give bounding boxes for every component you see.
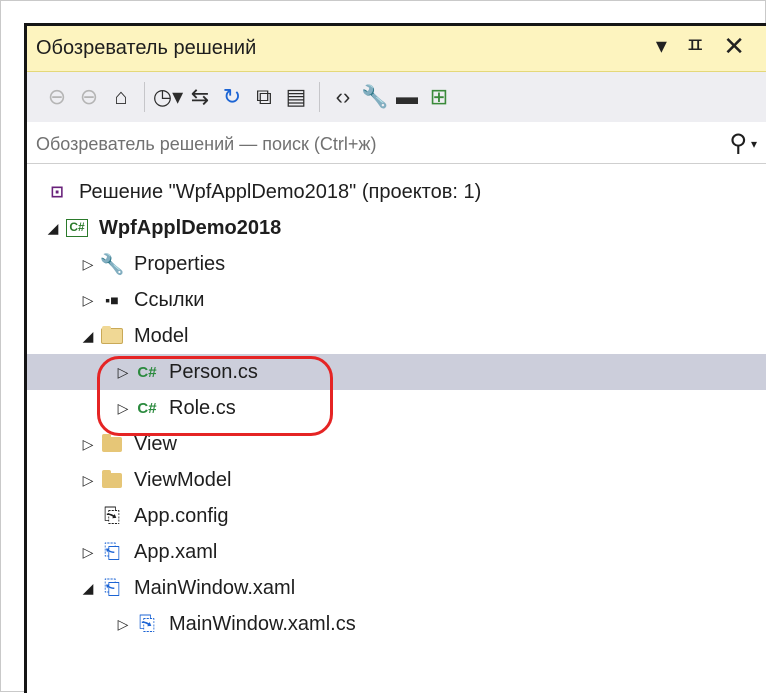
show-all-files-icon[interactable]: ▤ — [280, 80, 312, 114]
search-box[interactable]: Обозреватель решений — поиск (Ctrl+ж) ⚲ ▾ — [27, 125, 766, 164]
tree-item-label: Properties — [134, 252, 226, 275]
csharp-file-icon: C# — [137, 399, 157, 417]
solution-icon: ⊡ — [50, 184, 64, 201]
tree-item-references[interactable]: ▷ ▪■ Ссылки — [27, 282, 766, 318]
folder-icon — [98, 468, 126, 492]
tree-item-project[interactable]: ◢ C# WpfApplDemo2018 — [27, 210, 766, 246]
collapsed-arrow-icon[interactable]: ▷ — [113, 364, 133, 381]
chevron-down-icon: ▾ — [750, 136, 757, 151]
search-input[interactable]: Обозреватель решений — поиск (Ctrl+ж) — [36, 134, 376, 155]
titlebar-buttons: ▾ ㅍ ✕ — [656, 33, 745, 59]
toolbar-separator — [319, 82, 320, 112]
window-position-dropdown-icon[interactable]: ▾ — [656, 34, 667, 58]
expanded-arrow-icon[interactable]: ◢ — [43, 220, 63, 237]
search-icon: ⚲ — [729, 130, 747, 157]
forward-icon[interactable]: ⊖ — [73, 80, 105, 114]
csharp-project-icon: C# — [63, 216, 91, 240]
tree-item-label: Решение "WpfApplDemo2018" (проектов: 1) — [79, 180, 482, 203]
tree-item-label: Role.cs — [169, 396, 236, 419]
home-icon[interactable]: ⌂ — [105, 80, 137, 114]
collapsed-arrow-icon[interactable]: ▷ — [78, 544, 98, 561]
toolbar-separator — [144, 82, 145, 112]
xaml-file-icon: ⎗ — [104, 576, 120, 599]
tree-item-model-folder[interactable]: ◢ Model — [27, 318, 766, 354]
tree-item-label: Ссылки — [134, 288, 205, 311]
collapsed-arrow-icon[interactable]: ▷ — [78, 256, 98, 273]
expanded-arrow-icon[interactable]: ◢ — [78, 580, 98, 597]
tree-item-role[interactable]: ▷ C# Role.cs — [27, 390, 766, 426]
sync-icon[interactable]: ⇆ — [184, 80, 216, 114]
tree-item-app-config[interactable]: ⎘ App.config — [27, 498, 766, 534]
code-file-icon: ⎘ — [139, 612, 155, 635]
pin-icon[interactable]: ㅍ — [685, 34, 705, 58]
search-button[interactable]: ⚲ ▾ — [729, 129, 757, 158]
collapse-all-icon[interactable]: ⧉ — [248, 80, 280, 114]
tree-item-label: MainWindow.xaml.cs — [169, 612, 356, 635]
tree-item-label: App.config — [134, 504, 229, 527]
collapsed-arrow-icon[interactable]: ▷ — [113, 616, 133, 633]
toolbar: ⊖ ⊖ ⌂ ◷▾ ⇆ ↻ ⧉ ▤ ‹› 🔧 ▬ ⊞ — [27, 72, 766, 122]
config-file-icon: ⎘ — [104, 504, 120, 527]
preview-icon[interactable]: ▬ — [391, 80, 423, 114]
panel-titlebar: Обозреватель решений ▾ ㅍ ✕ — [27, 26, 766, 72]
tree-item-label: Person.cs — [169, 360, 258, 383]
xaml-file-icon: ⎗ — [104, 540, 120, 563]
tree-item-label: ViewModel — [134, 468, 232, 491]
tree-item-person[interactable]: ▷ C# Person.cs — [27, 354, 766, 390]
tree-item-view-folder[interactable]: ▷ View — [27, 426, 766, 462]
solution-explorer-panel: Обозреватель решений ▾ ㅍ ✕ ⊖ ⊖ ⌂ ◷▾ ⇆ ↻ … — [24, 23, 766, 693]
tree-item-label: View — [134, 432, 177, 455]
collapsed-arrow-icon[interactable]: ▷ — [78, 292, 98, 309]
back-icon[interactable]: ⊖ — [41, 80, 73, 114]
collapsed-arrow-icon[interactable]: ▷ — [78, 472, 98, 489]
references-icon: ▪■ — [105, 292, 119, 308]
wrench-icon: 🔧 — [99, 253, 125, 276]
folder-icon — [98, 432, 126, 456]
tree-item-label: WpfApplDemo2018 — [99, 216, 282, 239]
close-icon[interactable]: ✕ — [723, 33, 745, 59]
tree-item-label: Model — [134, 324, 189, 347]
collapsed-arrow-icon[interactable]: ▷ — [113, 400, 133, 417]
solution-tree: ⊡ Решение "WpfApplDemo2018" (проектов: 1… — [27, 174, 766, 642]
panel-title: Обозреватель решений — [36, 37, 257, 59]
tree-item-label: MainWindow.xaml — [134, 576, 296, 599]
history-icon[interactable]: ◷▾ — [152, 80, 184, 114]
tree-item-mainwindow-xaml[interactable]: ◢ ⎗ MainWindow.xaml — [27, 570, 766, 606]
tree-item-solution[interactable]: ⊡ Решение "WpfApplDemo2018" (проектов: 1… — [27, 174, 766, 210]
tree-item-mainwindow-xaml-cs[interactable]: ▷ ⎘ MainWindow.xaml.cs — [27, 606, 766, 642]
screenshot-frame: Обозреватель решений ▾ ㅍ ✕ ⊖ ⊖ ⌂ ◷▾ ⇆ ↻ … — [0, 0, 766, 693]
properties-icon[interactable]: 🔧 — [359, 80, 391, 114]
csharp-file-icon: C# — [137, 363, 157, 381]
tree-item-label: App.xaml — [134, 540, 218, 563]
open-folder-icon — [98, 324, 126, 348]
tree-item-app-xaml[interactable]: ▷ ⎗ App.xaml — [27, 534, 766, 570]
refresh-icon[interactable]: ↻ — [216, 80, 248, 114]
view-code-icon[interactable]: ‹› — [327, 80, 359, 114]
tree-item-properties[interactable]: ▷ 🔧 Properties — [27, 246, 766, 282]
expanded-arrow-icon[interactable]: ◢ — [78, 328, 98, 345]
view-class-diagram-icon[interactable]: ⊞ — [423, 80, 455, 114]
tree-item-viewmodel-folder[interactable]: ▷ ViewModel — [27, 462, 766, 498]
collapsed-arrow-icon[interactable]: ▷ — [78, 436, 98, 453]
